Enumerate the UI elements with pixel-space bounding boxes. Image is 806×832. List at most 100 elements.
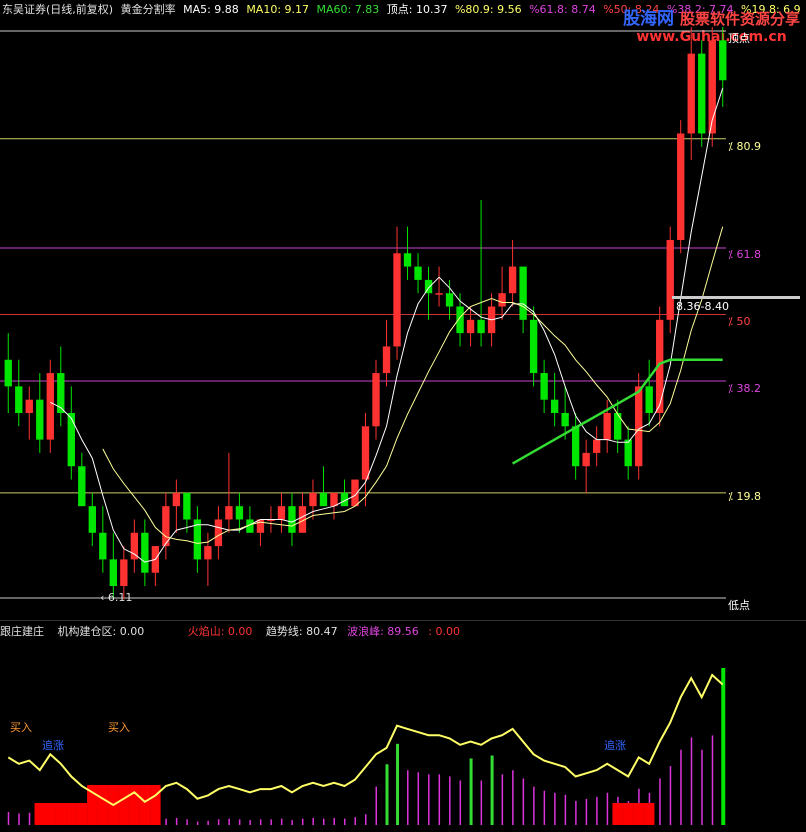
candle-down	[414, 266, 422, 280]
candle-up	[361, 426, 370, 480]
candle-up	[382, 346, 391, 374]
candle-down	[624, 439, 632, 467]
candle-up	[277, 506, 286, 520]
wave-bar	[7, 812, 10, 825]
candle-down	[235, 506, 244, 520]
candle-up	[687, 53, 695, 134]
candle-down	[540, 373, 548, 400]
wave-bar	[375, 786, 378, 825]
range-tag: 8.36-8.40	[676, 300, 729, 313]
build-zone-bar	[66, 803, 77, 825]
candle-down	[477, 319, 485, 334]
candle-down	[109, 559, 118, 587]
candle-down	[645, 386, 653, 413]
candle-up	[372, 373, 380, 427]
candle-up	[46, 373, 54, 440]
candle-down	[99, 532, 107, 560]
candle-down	[519, 266, 527, 320]
candle-down	[445, 293, 454, 307]
wave-bar	[596, 796, 598, 825]
wave-bar	[585, 798, 588, 825]
wave-bar	[428, 774, 430, 825]
wave-bar	[28, 812, 31, 825]
candle-up	[393, 253, 401, 347]
level-label-top: 顶点	[728, 32, 750, 45]
wave-bar	[564, 794, 567, 825]
build-zone-bar	[129, 785, 140, 825]
candle-down	[529, 319, 538, 374]
wave-bar	[501, 774, 504, 825]
wave-bar	[207, 820, 209, 825]
wave-bar	[18, 813, 20, 825]
build-zone-bar	[612, 803, 623, 825]
range-tag-bg	[672, 296, 800, 299]
build-zone-bar	[139, 785, 151, 825]
wave-bar	[270, 819, 272, 825]
wave-bar	[165, 818, 167, 825]
candle-down	[36, 399, 44, 440]
wave-bar	[322, 818, 325, 825]
wave-bar	[333, 817, 335, 825]
candle-down	[550, 399, 559, 413]
candle-down	[141, 532, 149, 573]
candle-up	[435, 293, 443, 295]
wave-bar	[238, 819, 241, 825]
candle-up	[172, 492, 181, 507]
level-value-618: 61.8	[736, 248, 761, 261]
wave-bar	[512, 770, 514, 825]
wave-bar	[259, 819, 262, 825]
candle-down	[403, 253, 412, 267]
candle-up	[309, 492, 317, 507]
wave-bar	[417, 772, 420, 825]
candle-down	[88, 506, 96, 533]
wave-bar	[575, 800, 577, 825]
build-zone-bar	[643, 803, 655, 825]
candle-up	[130, 532, 139, 560]
candle-down	[456, 306, 464, 334]
candle-up	[592, 439, 601, 453]
candle-up	[466, 319, 475, 334]
indicator-chart[interactable]	[0, 620, 806, 832]
wave-bar	[659, 778, 661, 825]
level-value-809: 80.9	[736, 140, 761, 153]
wave-bar	[407, 770, 409, 825]
low-price-label: ‹ 6.11	[100, 591, 133, 604]
trend-bar-green	[490, 755, 494, 825]
candle-down	[4, 359, 12, 387]
candle-down	[319, 492, 328, 507]
wave-bar	[343, 818, 346, 825]
wave-bar	[533, 786, 535, 825]
trend-bar-green	[396, 743, 400, 825]
level-label-618: ⁒ 61.8	[728, 248, 761, 261]
wave-bar	[680, 749, 682, 825]
wave-bar	[543, 790, 546, 825]
candle-down	[15, 386, 23, 413]
level-label-50: ⁒ 50	[728, 315, 751, 328]
wave-bar	[606, 792, 609, 825]
build-zone-bar	[97, 785, 109, 825]
candle-up	[225, 506, 233, 520]
trend-bar-green	[469, 758, 473, 825]
candle-down	[78, 466, 86, 507]
wave-bar	[690, 737, 693, 825]
candle-down	[57, 373, 65, 413]
candle-up	[498, 293, 506, 307]
candle-down	[561, 412, 569, 427]
wave-bar	[522, 778, 525, 825]
candle-down	[183, 492, 191, 520]
wave-bar	[291, 820, 293, 825]
candle-up	[214, 519, 223, 547]
candle-up	[582, 452, 590, 467]
wave-bar	[280, 818, 283, 825]
build-zone-bar	[633, 803, 644, 825]
wave-bar	[701, 749, 703, 825]
wave-bar	[301, 818, 304, 825]
wave-bar	[312, 817, 314, 825]
candle-down	[67, 412, 75, 467]
wave-bar	[480, 780, 483, 825]
build-zone-bar	[76, 803, 88, 825]
candle-up	[120, 559, 128, 587]
level-value-382: 38.2	[736, 382, 761, 395]
wave-bar	[196, 821, 199, 825]
candle-down	[571, 426, 580, 467]
